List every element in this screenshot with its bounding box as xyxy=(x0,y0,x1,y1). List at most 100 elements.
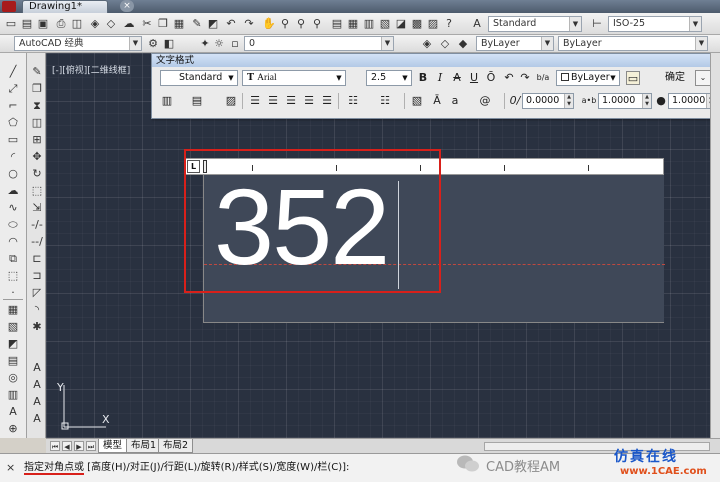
fillet-icon[interactable]: ◝ xyxy=(29,303,45,317)
align-right-icon[interactable]: ☰ xyxy=(284,94,298,108)
text-format-title[interactable]: 文字格式 xyxy=(152,54,719,67)
text-scale-icon[interactable]: A xyxy=(29,395,45,409)
layer-lock-icon[interactable]: ▫ xyxy=(228,37,242,51)
sheet-set-icon[interactable]: ▧ xyxy=(378,17,392,31)
join-icon[interactable]: ⊐ xyxy=(29,269,45,283)
3d-view-icon[interactable]: ◎ xyxy=(5,371,21,385)
options-button[interactable]: ⌄ xyxy=(695,70,711,86)
align-left-icon[interactable]: ☰ xyxy=(248,94,262,108)
revision-cloud-icon[interactable]: ☁ xyxy=(5,184,21,198)
offset-icon[interactable]: ◫ xyxy=(29,116,45,130)
vertical-scrollbar[interactable] xyxy=(710,53,720,438)
line-spacing-icon[interactable]: ☷ xyxy=(346,94,360,108)
cut-icon[interactable]: ✂ xyxy=(140,17,154,31)
tab-model[interactable]: 模型 xyxy=(98,439,128,453)
publish-icon[interactable]: ◈ xyxy=(88,17,102,31)
spinner-icon[interactable]: ▲▼ xyxy=(564,94,573,108)
width-factor-input[interactable]: 1.0000▲▼ xyxy=(668,93,716,109)
calculator-icon[interactable]: ▨ xyxy=(426,17,440,31)
copy-object-icon[interactable]: ❐ xyxy=(29,82,45,96)
circle-icon[interactable]: ○ xyxy=(5,167,21,181)
viewport-controls[interactable]: [-][俯视][二维线框] xyxy=(52,63,130,76)
ellipse-arc-icon[interactable]: ◠ xyxy=(5,235,21,249)
redo-icon[interactable]: ↷ xyxy=(242,17,256,31)
properties-icon[interactable]: ▤ xyxy=(330,17,344,31)
rotate-icon[interactable]: ↻ xyxy=(29,167,45,181)
font-dropdown[interactable]: T Arial ▼ xyxy=(242,70,346,86)
ellipse-icon[interactable]: ⬭ xyxy=(5,218,21,232)
layer-select[interactable]: 0 ▼ xyxy=(244,36,394,51)
extend-icon[interactable]: --/ xyxy=(29,235,45,249)
zoom-realtime-icon[interactable]: ⚲ xyxy=(278,17,292,31)
redo-button[interactable]: ↷ xyxy=(518,71,532,85)
mtext-content[interactable]: 352 xyxy=(214,163,390,291)
make-current-icon[interactable]: ◈ xyxy=(420,37,434,51)
paste-icon[interactable]: ▦ xyxy=(172,17,186,31)
quickcalc-icon[interactable]: ▩ xyxy=(410,17,424,31)
text-a-icon[interactable]: A xyxy=(29,378,45,392)
text-style-a-icon[interactable]: A xyxy=(29,361,45,375)
close-command-line-icon[interactable]: × xyxy=(6,462,16,474)
close-document-icon[interactable]: × xyxy=(120,0,134,12)
mtext-edit-area[interactable]: 352 xyxy=(203,166,665,323)
tool-palettes-icon[interactable]: ▥ xyxy=(362,17,376,31)
array-icon[interactable]: ⊞ xyxy=(29,133,45,147)
ruler-indent-marker[interactable] xyxy=(203,160,207,173)
break-icon[interactable]: ⊏ xyxy=(29,252,45,266)
block-editor-icon[interactable]: ◩ xyxy=(206,17,220,31)
overline-button[interactable]: Ō xyxy=(484,71,498,85)
last-tab-icon[interactable]: ⏭ xyxy=(86,441,96,451)
polyline-icon[interactable]: ⌐ xyxy=(5,99,21,113)
line-icon[interactable]: ╱ xyxy=(5,65,21,79)
gradient-icon[interactable]: ▧ xyxy=(5,320,21,334)
dimension-style-select[interactable]: ISO-25 ▼ xyxy=(608,16,702,32)
undo-button[interactable]: ↶ xyxy=(502,71,516,85)
mtext-justification-icon[interactable]: ▤ xyxy=(190,94,204,108)
construction-line-icon[interactable]: ⤢ xyxy=(5,82,21,96)
erase-icon[interactable]: ✎ xyxy=(29,65,45,79)
print-icon[interactable]: ⎙ xyxy=(54,17,68,31)
mirror-icon[interactable]: ⧗ xyxy=(29,99,45,113)
tab-type-button[interactable]: L xyxy=(187,160,200,173)
lowercase-icon[interactable]: a xyxy=(448,94,462,108)
paragraph-icon[interactable]: ▨ xyxy=(224,94,238,108)
command-prompt[interactable]: 指定对角点或 [高度(H)/对正(J)/行距(L)/旋转(R)/样式(S)/宽度… xyxy=(24,460,349,476)
uppercase-icon[interactable]: Ā xyxy=(430,94,444,108)
text-style-icon[interactable]: A xyxy=(470,17,484,31)
layer-state-icon[interactable]: ◆ xyxy=(456,37,470,51)
add-selected-icon[interactable]: ⊕ xyxy=(5,422,21,436)
workspace-select[interactable]: AutoCAD 经典 ▼ xyxy=(14,36,142,51)
justify-icon[interactable]: ☰ xyxy=(302,94,316,108)
text-color-dropdown[interactable]: ByLayer ▼ xyxy=(556,70,620,86)
text-height-dropdown[interactable]: 2.5 ▼ xyxy=(366,70,412,86)
markup-icon[interactable]: ◪ xyxy=(394,17,408,31)
layer-manager-icon[interactable]: ◧ xyxy=(162,37,176,51)
copy-icon[interactable]: ❐ xyxy=(156,17,170,31)
numbering-icon[interactable]: ☷ xyxy=(378,94,392,108)
tab-layout1[interactable]: 布局1 xyxy=(126,439,162,453)
open-file-icon[interactable]: ▤ xyxy=(20,17,34,31)
arc-icon[interactable]: ◜ xyxy=(5,150,21,164)
linetype-select[interactable]: ByLayer ▼ xyxy=(558,36,708,51)
insert-field-icon[interactable]: ▧ xyxy=(410,94,424,108)
table-icon[interactable]: ▤ xyxy=(5,354,21,368)
match-properties-icon[interactable]: ✎ xyxy=(190,17,204,31)
3d-publish-icon[interactable]: ◇ xyxy=(104,17,118,31)
italic-button[interactable]: I xyxy=(433,71,447,85)
cloud-icon[interactable]: ☁ xyxy=(122,17,136,31)
color-select[interactable]: ByLayer ▼ xyxy=(476,36,554,51)
chamfer-icon[interactable]: ◸ xyxy=(29,286,45,300)
polygon-icon[interactable]: ⬠ xyxy=(5,116,21,130)
zoom-previous-icon[interactable]: ⚲ xyxy=(310,17,324,31)
make-block-icon[interactable]: ⬚ xyxy=(5,269,21,283)
point-icon[interactable]: · xyxy=(5,286,21,300)
spline-icon[interactable]: ∿ xyxy=(5,201,21,215)
trim-icon[interactable]: -/- xyxy=(29,218,45,232)
save-icon[interactable]: ▣ xyxy=(36,17,50,31)
align-center-icon[interactable]: ☰ xyxy=(266,94,280,108)
tracking-input[interactable]: 1.0000 ▲ ▼ xyxy=(598,93,652,109)
ruler-toggle-icon[interactable]: ▭ xyxy=(626,71,640,85)
insert-block-icon[interactable]: ⧉ xyxy=(5,252,21,266)
symbol-button[interactable]: @ xyxy=(478,94,492,108)
previous-tab-icon[interactable]: ◀ xyxy=(62,441,72,451)
